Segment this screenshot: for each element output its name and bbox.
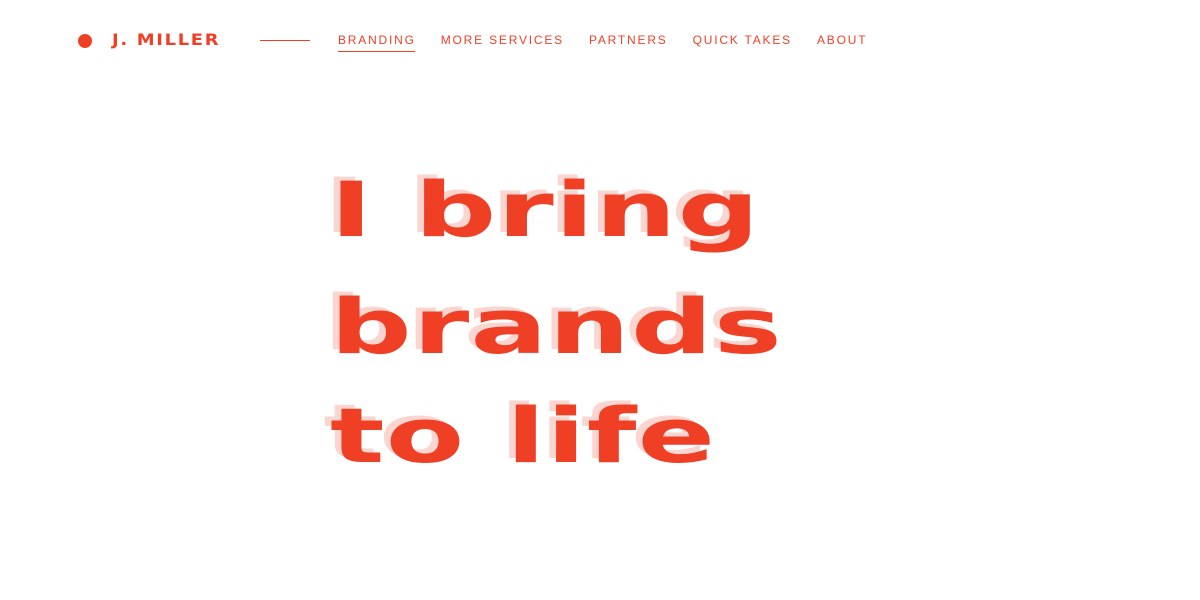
nav-item-more-services[interactable]: MORE SERVICES <box>441 30 564 50</box>
nav-item-branding[interactable]: BRANDING <box>338 30 416 52</box>
hero-headline-text-1: I bring <box>330 166 761 255</box>
nav-item-about[interactable]: ABOUT <box>817 30 867 50</box>
brand-dot-icon[interactable] <box>78 34 92 48</box>
brand-name-link[interactable]: J. MILLER <box>112 28 220 52</box>
header-divider <box>260 40 310 41</box>
hero-headline-text-2: brands <box>330 283 784 372</box>
nav-item-quick-takes[interactable]: QUICK TAKES <box>693 30 792 50</box>
nav-item-partners[interactable]: PARTNERS <box>589 30 668 50</box>
site-header: J. MILLER BRANDING MORE SERVICES PARTNER… <box>0 0 1200 82</box>
hero-section: I bring I bring brands brands to life to… <box>323 166 930 500</box>
hero-headline-text-3: to life <box>330 392 717 481</box>
main-navigation: BRANDING MORE SERVICES PARTNERS QUICK TA… <box>338 30 892 52</box>
